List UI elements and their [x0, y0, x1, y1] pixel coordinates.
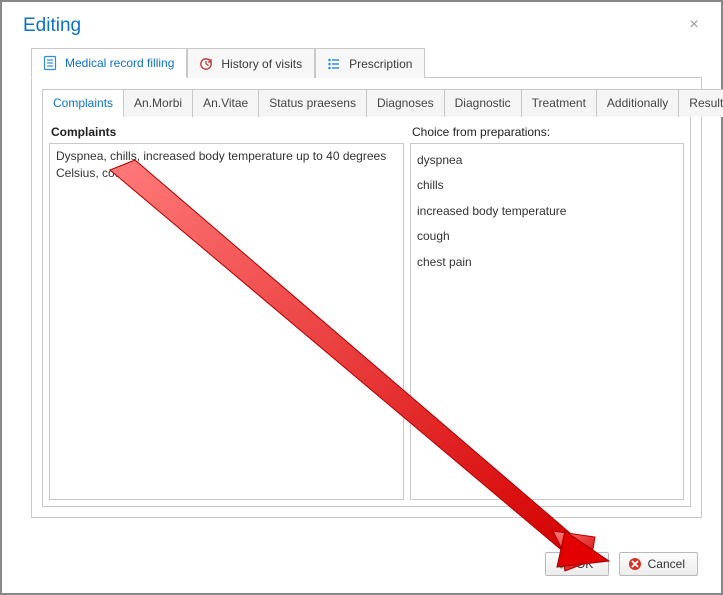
subtab-status-praesens[interactable]: Status praesens [259, 89, 367, 117]
subtab-label: Diagnostic [455, 96, 511, 110]
subtab-label: Diagnoses [377, 96, 434, 110]
titlebar: Editing × [5, 5, 718, 45]
complaints-heading: Complaints [49, 123, 404, 143]
subtab-additionally[interactable]: Additionally [597, 89, 679, 117]
subtab-diagnostic[interactable]: Diagnostic [445, 89, 522, 117]
tab-history-of-visits[interactable]: History of visits [187, 48, 315, 78]
preparations-heading: Choice from preparations: [410, 123, 684, 143]
tab-label: History of visits [221, 57, 302, 71]
preparation-item[interactable]: chest pain [417, 250, 677, 275]
cancel-icon [628, 557, 642, 571]
subtab-an-vitae[interactable]: An.Vitae [193, 89, 259, 117]
preparation-item[interactable]: chills [417, 173, 677, 198]
subtab-treatment[interactable]: Treatment [522, 89, 597, 117]
subtab-label: Complaints [53, 96, 113, 110]
clock-refresh-icon [198, 56, 214, 72]
preparations-column: Choice from preparations: dyspneachillsi… [410, 123, 684, 500]
outer-panel: Complaints An.Morbi An.Vitae Status prae… [31, 78, 702, 518]
subtab-label: Treatment [532, 96, 586, 110]
check-icon [556, 557, 570, 571]
tab-prescription[interactable]: Prescription [315, 48, 425, 78]
subtab-diagnoses[interactable]: Diagnoses [367, 89, 445, 117]
subtab-label: Status praesens [269, 96, 356, 110]
subtab-label: Result [689, 96, 723, 110]
dialog-title: Editing [23, 15, 81, 37]
tab-medical-record-filling[interactable]: Medical record filling [31, 48, 187, 78]
subtab-label: Additionally [607, 96, 668, 110]
ok-label: OK [576, 557, 593, 571]
cancel-label: Cancel [648, 557, 685, 571]
top-tab-strip: Medical record filling History of visits [31, 47, 702, 78]
cancel-button[interactable]: Cancel [619, 552, 698, 576]
ok-button[interactable]: OK [545, 552, 609, 576]
subtab-label: An.Vitae [203, 96, 248, 110]
subtab-result[interactable]: Result [679, 89, 723, 117]
list-bullets-icon [326, 56, 342, 72]
subtab-an-morbi[interactable]: An.Morbi [124, 89, 193, 117]
preparation-item[interactable]: dyspnea [417, 148, 677, 173]
sub-tab-strip: Complaints An.Morbi An.Vitae Status prae… [42, 88, 691, 117]
subtab-complaints[interactable]: Complaints [42, 89, 124, 117]
dialog-footer: OK Cancel [545, 552, 698, 576]
complaints-text: Dyspnea, chills, increased body temperat… [56, 149, 386, 180]
tab-label: Medical record filling [65, 56, 174, 70]
tab-label: Prescription [349, 57, 412, 71]
preparations-list[interactable]: dyspneachillsincreased body temperaturec… [410, 143, 684, 500]
preparation-item[interactable]: cough [417, 224, 677, 249]
document-lines-icon [42, 55, 58, 71]
subtab-label: An.Morbi [134, 96, 182, 110]
editing-dialog: Editing × Medical record filling [5, 5, 718, 590]
close-icon[interactable]: × [684, 16, 704, 36]
complaints-column: Complaints Dyspnea, chills, increased bo… [49, 123, 404, 500]
preparation-item[interactable]: increased body temperature [417, 199, 677, 224]
complaints-text-area[interactable]: Dyspnea, chills, increased body temperat… [49, 143, 404, 500]
inner-panel: Complaints Dyspnea, chills, increased bo… [42, 117, 691, 507]
